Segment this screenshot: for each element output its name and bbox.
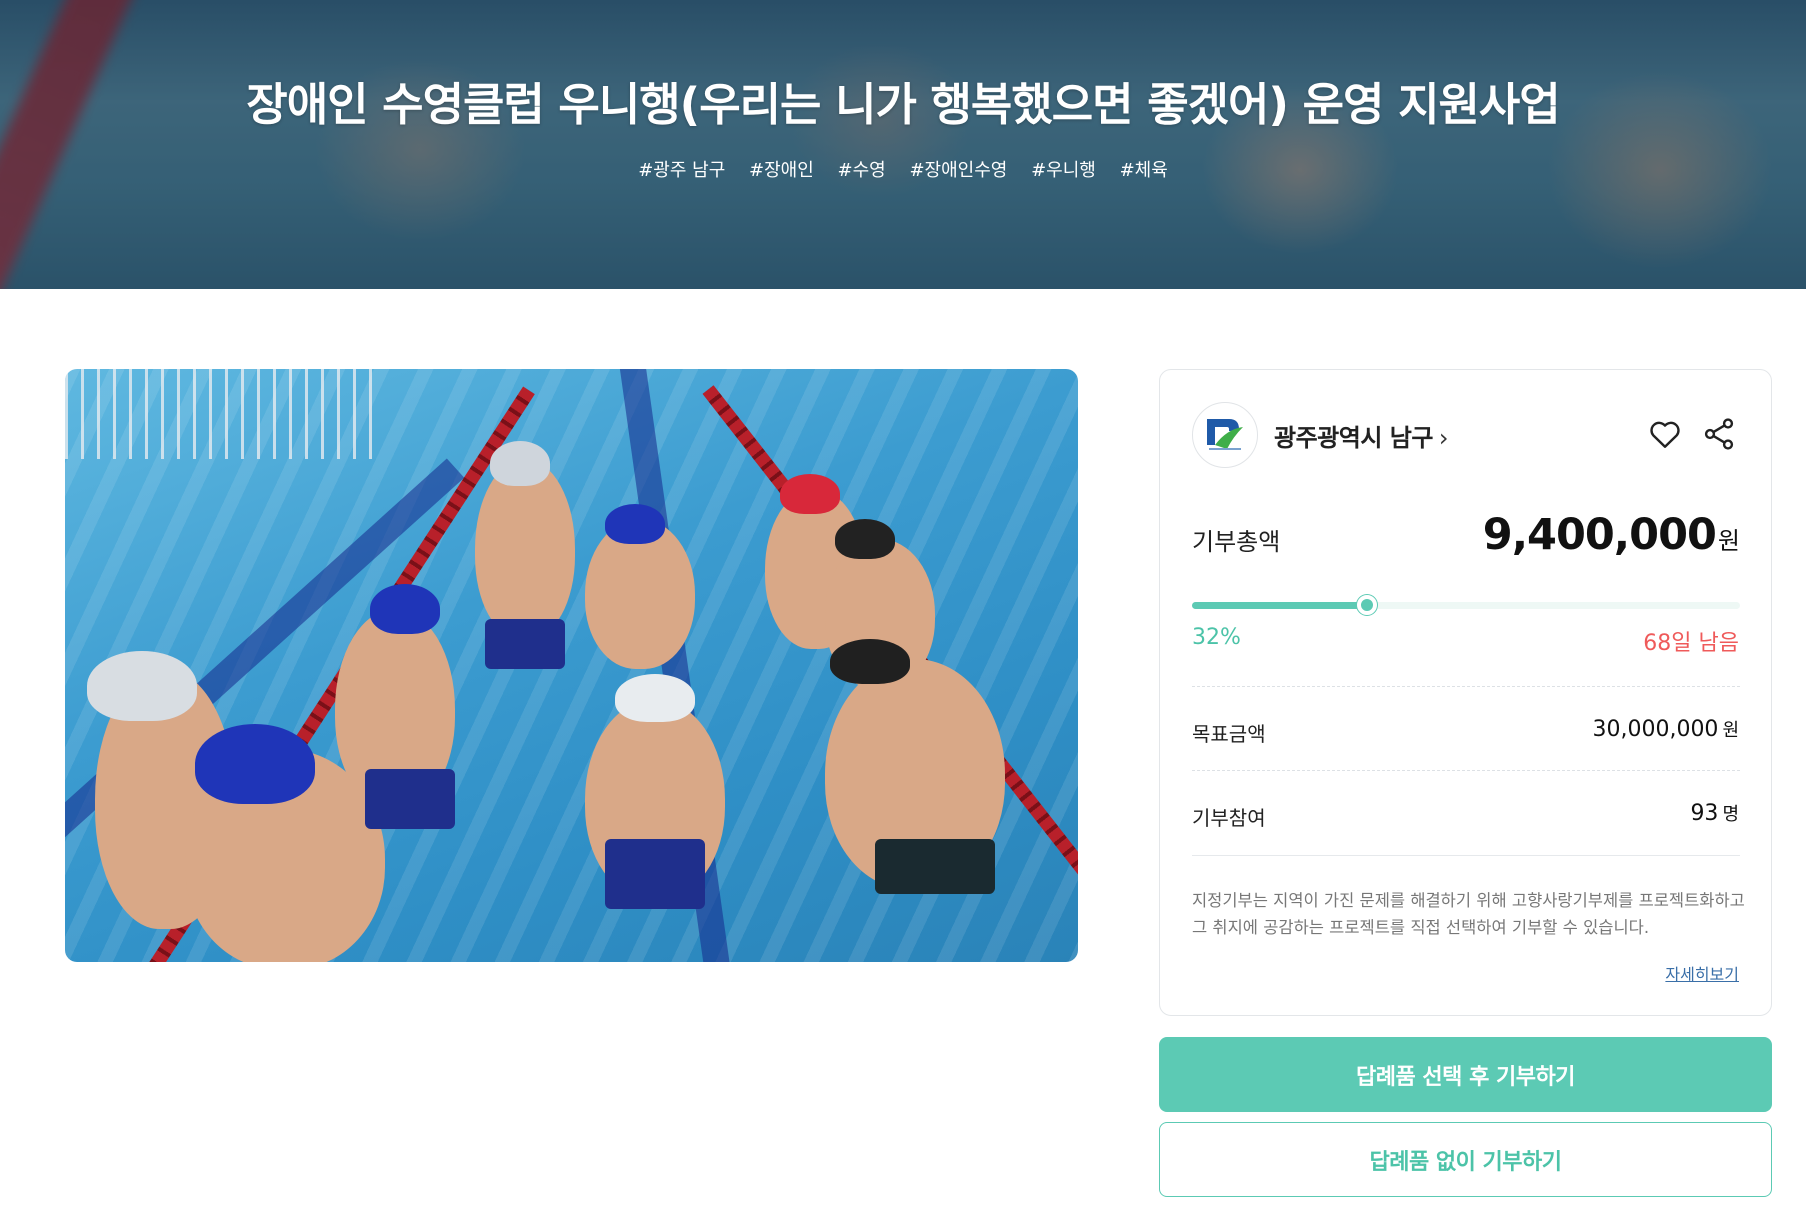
chevron-right-icon: › — [1438, 424, 1449, 452]
donate-with-gift-button[interactable]: 답례품 선택 후 기부하기 — [1159, 1037, 1772, 1112]
total-donation-label: 기부총액 — [1192, 528, 1281, 556]
swim-trunks — [485, 619, 565, 669]
people-unit: 명 — [1722, 804, 1739, 825]
goal-amount: 30,000,000 원 — [1592, 716, 1739, 742]
hashtag[interactable]: #광주 남구 — [638, 160, 725, 181]
heart-icon[interactable] — [1647, 416, 1683, 452]
swim-cap — [87, 651, 197, 721]
donation-summary-card: 광주광역시 남구 › 기부총액 9,400,000원 32% 68일 남음 목표금… — [1159, 369, 1772, 1016]
days-remaining: 68일 남음 — [1643, 631, 1739, 656]
page-title: 장애인 수영클럽 우니행(우리는 니가 행복했으면 좋겠어) 운영 지원사업 — [246, 78, 1560, 131]
logo-mark — [1207, 419, 1243, 450]
currency-unit: 원 — [1722, 720, 1739, 741]
swim-cap — [780, 474, 840, 514]
hashtag[interactable]: #수영 — [838, 160, 886, 181]
swim-cap — [830, 639, 910, 684]
donate-without-gift-button[interactable]: 답례품 없이 기부하기 — [1159, 1122, 1772, 1197]
participants-count: 93 명 — [1690, 800, 1739, 826]
swim-cap — [615, 674, 695, 722]
swim-cap — [605, 504, 665, 544]
funding-percent: 32% — [1192, 625, 1241, 650]
total-donation-amount: 9,400,000원 — [1482, 510, 1740, 560]
hashtag[interactable]: #장애인수영 — [909, 160, 1007, 181]
hero-banner: 장애인 수영클럽 우니행(우리는 니가 행복했으면 좋겠어) 운영 지원사업 #… — [0, 0, 1806, 289]
total-donation-value: 9,400,000 — [1482, 510, 1717, 560]
swim-cap — [835, 519, 895, 559]
designated-donation-note: 지정기부는 지역이 가진 문제를 해결하기 위해 고향사랑기부제를 프로젝트화하… — [1192, 891, 1745, 937]
swim-cap — [490, 441, 550, 486]
goal-amount-value: 30,000,000 — [1592, 717, 1719, 742]
funding-progress-bar — [1192, 595, 1740, 615]
pool-railing — [65, 369, 385, 459]
swim-cap — [195, 724, 315, 804]
swim-trunks — [605, 839, 705, 909]
swim-trunks — [875, 839, 995, 894]
swimmer — [475, 459, 575, 639]
divider — [1192, 686, 1740, 687]
project-photo — [65, 369, 1078, 962]
learn-more-link[interactable]: 자세히보기 — [1665, 961, 1739, 985]
hashtag[interactable]: #우니행 — [1031, 160, 1096, 181]
organization-name: 광주광역시 남구 — [1274, 424, 1433, 452]
swim-trunks — [365, 769, 455, 829]
swim-cap — [370, 584, 440, 634]
participants-label: 기부참여 — [1192, 806, 1266, 830]
divider — [1192, 770, 1740, 771]
hashtag[interactable]: #장애인 — [749, 160, 814, 181]
hashtag[interactable]: #체육 — [1120, 160, 1168, 181]
currency-unit: 원 — [1717, 527, 1740, 555]
divider — [1192, 855, 1740, 856]
participants-value: 93 — [1690, 801, 1719, 826]
funding-progress-marker — [1357, 595, 1378, 615]
hashtag-list: #광주 남구 #장애인 #수영 #장애인수영 #우니행 #체육 — [0, 156, 1806, 182]
gwangju-namgu-logo-icon[interactable] — [1192, 402, 1258, 468]
hero-overlay — [0, 0, 1806, 289]
funding-progress-fill — [1192, 602, 1368, 609]
share-icon[interactable] — [1701, 416, 1737, 452]
goal-amount-label: 목표금액 — [1192, 722, 1266, 746]
organization-link[interactable]: 광주광역시 남구 › — [1274, 418, 1449, 453]
